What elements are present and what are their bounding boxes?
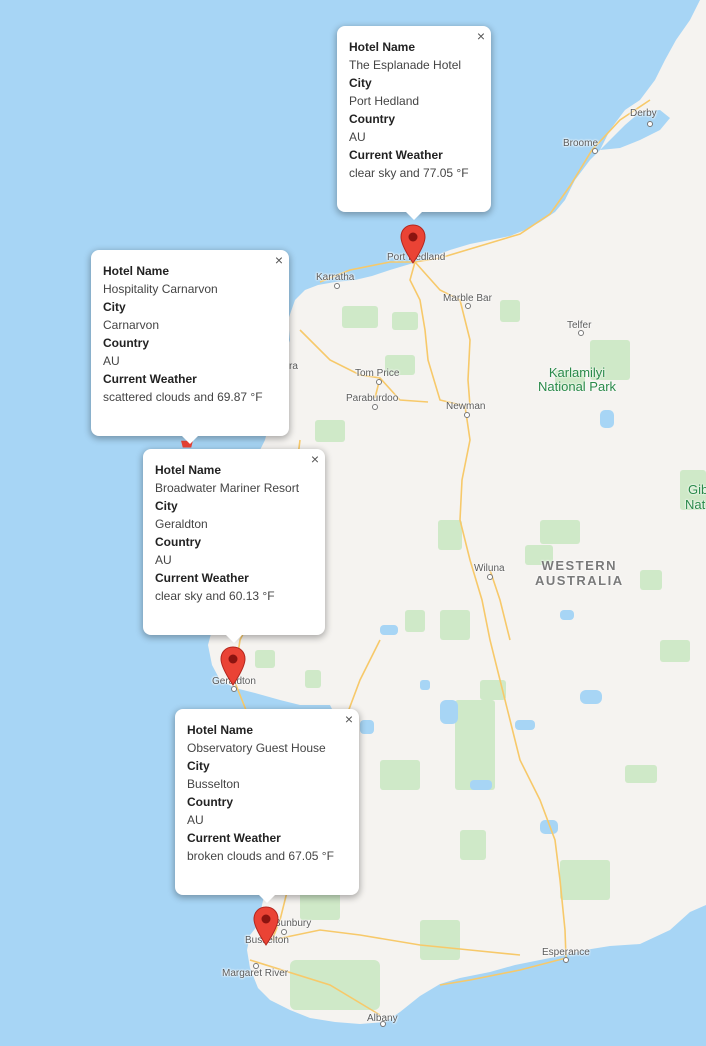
place-label-partial-ra: ra — [289, 361, 298, 372]
city-value: Busselton — [187, 777, 240, 791]
country-label: Country — [349, 112, 395, 126]
info-window-carnarvon: × Hotel Name Hospitality Carnarvon City … — [91, 250, 289, 444]
hotel-name-label: Hotel Name — [349, 40, 416, 54]
city-label: City — [187, 759, 210, 773]
town-dot — [372, 404, 378, 410]
town-dot — [281, 929, 287, 935]
town-dot — [231, 686, 237, 692]
city-label: City — [349, 76, 372, 90]
place-label-karratha: Karratha — [316, 272, 355, 283]
town-dot — [563, 957, 569, 963]
region-label: WESTERN AUSTRALIA — [535, 558, 624, 588]
city-value: Port Hedland — [349, 94, 420, 108]
park-label-line2: National Park — [538, 379, 617, 394]
city-label: City — [155, 499, 178, 513]
country-label: Country — [103, 336, 149, 350]
town-dot — [380, 1021, 386, 1027]
city-value: Carnarvon — [103, 318, 160, 332]
hotel-name-label: Hotel Name — [103, 264, 170, 278]
town-dot — [487, 574, 493, 580]
country-label: Country — [187, 795, 233, 809]
hotel-name-value: Hospitality Carnarvon — [103, 282, 218, 296]
place-label-newman: Newman — [446, 401, 486, 412]
close-icon[interactable]: × — [477, 29, 485, 43]
info-window-busselton: × Hotel Name Observatory Guest House Cit… — [175, 709, 359, 903]
town-dot — [334, 283, 340, 289]
hotel-name-label: Hotel Name — [155, 463, 222, 477]
map-pin-icon[interactable] — [253, 906, 279, 946]
town-dot — [464, 412, 470, 418]
hotel-name-label: Hotel Name — [187, 723, 254, 737]
place-label-wiluna: Wiluna — [474, 563, 505, 574]
map-pin-icon[interactable] — [220, 646, 246, 686]
town-dot — [253, 963, 259, 969]
park-label: Karlamilyi National Park — [538, 366, 616, 394]
country-value: AU — [155, 553, 172, 567]
weather-label: Current Weather — [187, 831, 281, 845]
country-value: AU — [349, 130, 366, 144]
weather-value: clear sky and 77.05 °F — [349, 166, 469, 180]
hotel-name-value: The Esplanade Hotel — [349, 58, 462, 72]
place-label-tom-price: Tom Price — [355, 368, 400, 379]
country-label: Country — [155, 535, 201, 549]
weather-value: clear sky and 60.13 °F — [155, 589, 275, 603]
info-window-geraldton: × Hotel Name Broadwater Mariner Resort C… — [143, 449, 325, 643]
weather-label: Current Weather — [155, 571, 249, 585]
place-label-paraburdoo: Paraburdoo — [346, 393, 399, 404]
city-label: City — [103, 300, 126, 314]
town-dot — [592, 148, 598, 154]
close-icon[interactable]: × — [345, 712, 353, 726]
town-dot — [578, 330, 584, 336]
hotel-name-value: Observatory Guest House — [187, 741, 326, 755]
hotel-name-value: Broadwater Mariner Resort — [155, 481, 300, 495]
close-icon[interactable]: × — [311, 452, 319, 466]
country-value: AU — [187, 813, 204, 827]
info-window-port-hedland: × Hotel Name The Esplanade Hotel City Po… — [337, 26, 491, 220]
town-dot — [376, 379, 382, 385]
map-pin-icon[interactable] — [400, 224, 426, 264]
weather-value: broken clouds and 67.05 °F — [187, 849, 334, 863]
place-label-bunbury: Bunbury — [274, 918, 312, 929]
town-dot — [465, 303, 471, 309]
map-canvas[interactable]: Derby Broome Port Hedland Karratha Marbl… — [0, 0, 706, 1046]
place-label-derby: Derby — [630, 108, 657, 119]
region-label-line1: WESTERN — [541, 558, 618, 573]
country-value: AU — [103, 354, 120, 368]
town-dot — [647, 121, 653, 127]
place-label-margaret-river: Margaret River — [222, 968, 289, 979]
weather-label: Current Weather — [349, 148, 443, 162]
city-value: Geraldton — [155, 517, 208, 531]
close-icon[interactable]: × — [275, 253, 283, 267]
weather-value: scattered clouds and 69.87 °F — [103, 390, 263, 404]
park-label-line1: Karlamilyi — [548, 365, 606, 380]
place-label-partial-gib: Gib — [688, 482, 706, 497]
place-label-partial-nat: Nat — [685, 497, 706, 512]
region-label-line2: AUSTRALIA — [535, 573, 624, 588]
weather-label: Current Weather — [103, 372, 197, 386]
